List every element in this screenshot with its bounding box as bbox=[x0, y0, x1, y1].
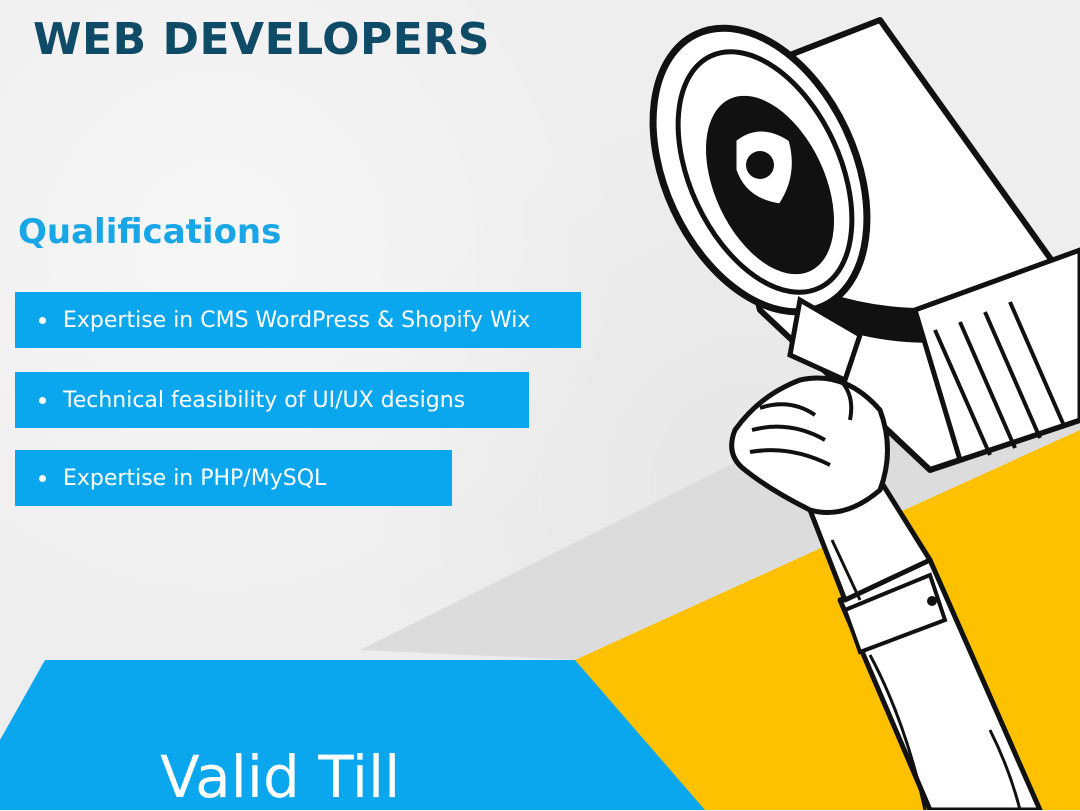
qualification-item: Expertise in CMS WordPress & Shopify Wix bbox=[15, 292, 581, 348]
bullet-icon bbox=[39, 474, 46, 482]
qualification-item: Expertise in PHP/MySQL bbox=[15, 450, 452, 506]
qualification-item: Technical feasibility of UI/UX designs bbox=[15, 372, 529, 428]
qualifications-heading: Qualifications bbox=[18, 212, 282, 252]
page-title: WEB DEVELOPERS bbox=[33, 14, 490, 65]
qualification-text: Technical feasibility of UI/UX designs bbox=[63, 387, 466, 413]
hand-icon bbox=[729, 375, 890, 515]
qualification-text: Expertise in CMS WordPress & Shopify Wix bbox=[63, 307, 531, 333]
qualification-text: Expertise in PHP/MySQL bbox=[63, 465, 327, 491]
bullet-icon bbox=[39, 396, 46, 404]
valid-till-label: Valid Till bbox=[160, 743, 401, 811]
arm-sleeve-icon bbox=[837, 557, 1043, 810]
bullet-icon bbox=[39, 316, 46, 324]
